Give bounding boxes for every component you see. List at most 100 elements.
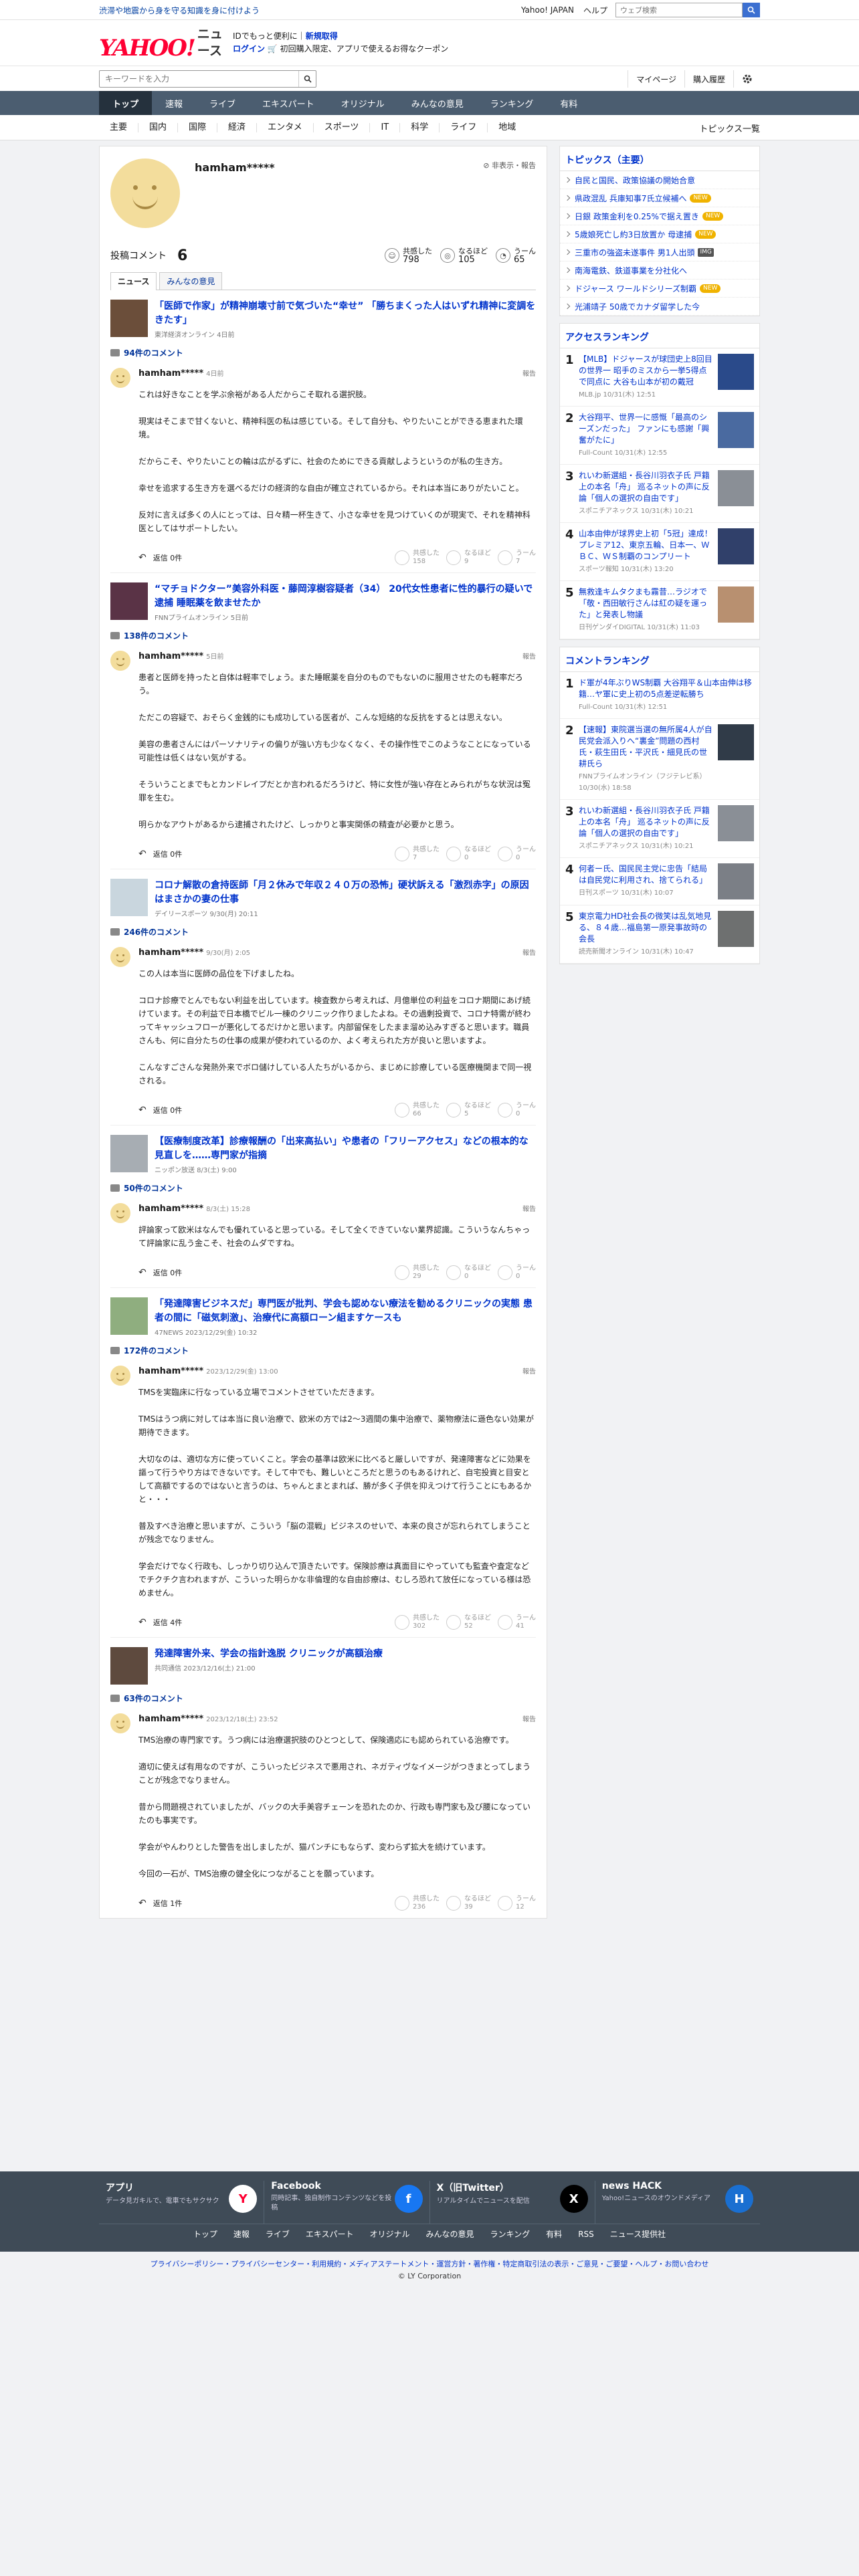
category-world[interactable]: 国際	[178, 123, 218, 132]
reply-button[interactable]: ↶ 返信 0件	[138, 1267, 182, 1278]
help-link[interactable]: ヘルプ	[583, 5, 607, 16]
footer-nav-item[interactable]: ライブ	[258, 2228, 298, 2240]
comment-count-link[interactable]: 246件のコメント	[110, 926, 536, 938]
tab-news[interactable]: ニュース	[110, 272, 157, 290]
footer-nav-item[interactable]: トップ	[185, 2228, 225, 2240]
footer-nav-item[interactable]: みんなの意見	[418, 2228, 482, 2240]
ranking-item[interactable]: 3 れいわ新選組・長谷川羽衣子氏 戸籍上の本名「舟」 巡るネットの声に反論「個人の…	[560, 465, 759, 523]
category-life[interactable]: ライフ	[440, 123, 488, 132]
topic-item[interactable]: 5歳娘死亡し約3日放置か 母逮捕 NEW	[560, 225, 759, 243]
report-link[interactable]: 報告	[522, 651, 536, 661]
comment-count-link[interactable]: 63件のコメント	[110, 1693, 536, 1704]
nav-live[interactable]: ライブ	[196, 91, 249, 115]
category-economy[interactable]: 経済	[217, 123, 258, 132]
ranking-item[interactable]: 1 【MLB】ドジャースが球団史上8回目の世界一 昭手のミスから一挙5得点で同点に…	[560, 348, 759, 407]
category-sports[interactable]: スポーツ	[314, 123, 371, 132]
nav-ranking[interactable]: ランキング	[477, 91, 547, 115]
footer-facebook-link[interactable]: Facebook 同時記事、独自制作コンテンツなどを投稿 f	[264, 2181, 430, 2224]
footer-app-link[interactable]: アプリ データ見ガキルで、電車でもサクサク Y	[99, 2181, 265, 2224]
reaction-button[interactable]: うーん 0	[498, 846, 536, 862]
reply-button[interactable]: ↶ 返信 0件	[138, 1105, 182, 1115]
article-title[interactable]: 【医療制度改革】診療報酬の「出来高払い」や患者の「フリーアクセス」などの根本的な…	[155, 1136, 529, 1161]
topic-item[interactable]: 光浦靖子 50歳でカナダ留学した今	[560, 298, 759, 316]
reaction-button[interactable]: なるほど 52	[446, 1614, 491, 1630]
comment-user[interactable]: hamham*****	[138, 651, 203, 661]
reaction-button[interactable]: 共感した 29	[395, 1265, 440, 1281]
legal-link-list[interactable]: プライバシーポリシー・プライバシーセンター・利用規約・メディアステートメント・運…	[0, 2258, 859, 2270]
topic-item[interactable]: ドジャース ワールドシリーズ制覇 NEW	[560, 280, 759, 298]
nav-expert[interactable]: エキスパート	[249, 91, 328, 115]
nav-opinions[interactable]: みんなの意見	[398, 91, 477, 115]
article-thumbnail[interactable]	[110, 1647, 148, 1685]
article-title[interactable]: 発達障害外来、学会の指針逸脱 クリニックが高額治療	[155, 1648, 383, 1659]
reaction-button[interactable]: なるほど 0	[446, 846, 491, 862]
reply-button[interactable]: ↶ 返信 1件	[138, 1898, 182, 1909]
footer-nav-item[interactable]: ランキング	[482, 2228, 539, 2240]
footer-news-hack-link[interactable]: news HACK Yahoo!ニュースのオウンドメディア H	[595, 2181, 760, 2224]
reaction-button[interactable]: うーん 0	[498, 1265, 536, 1281]
web-search-input[interactable]	[615, 3, 743, 17]
yahoo-news-logo[interactable]: YAHOO! ニュース	[99, 26, 233, 59]
article-title[interactable]: “マチョドクター”美容外科医・藤岡淳樹容疑者（34） 20代女性患者に性的暴行の…	[155, 584, 533, 609]
report-link[interactable]: 報告	[522, 1203, 536, 1213]
reaction-button[interactable]: なるほど 39	[446, 1895, 491, 1911]
article-thumbnail[interactable]	[110, 582, 148, 620]
category-science[interactable]: 科学	[400, 123, 440, 132]
footer-nav-item[interactable]: エキスパート	[298, 2228, 362, 2240]
ranking-item[interactable]: 4 何者ー氏、国民民主党に忠告「結局は自民党に利用され、捨てられる」 日刊スポーツ …	[560, 858, 759, 905]
footer-nav-item[interactable]: 速報	[225, 2228, 258, 2240]
comment-user[interactable]: hamham*****	[138, 1204, 203, 1214]
comment-user[interactable]: hamham*****	[138, 368, 203, 379]
comment-count-link[interactable]: 172件のコメント	[110, 1345, 536, 1356]
ranking-item[interactable]: 2 大谷翔平、世界一に感慨「最高のシーズンだった」 ファンにも感謝「興奮がたに」 F…	[560, 407, 759, 465]
footer-x-link[interactable]: X（旧Twitter） リアルタイムでニュースを配信 X	[430, 2181, 595, 2224]
ranking-item[interactable]: 1 ド軍が4年ぶりWS制覇 大谷翔平＆山本由伸は移籍…ヤ軍に史上初の5点差逆転勝ち…	[560, 672, 759, 719]
article-title[interactable]: 「発達障害ビジネスだ」専門医が批判、学会も認めない療法を勧めるクリニックの実態 …	[155, 1299, 533, 1323]
ranking-item[interactable]: 2 【速報】東院選当選の無所属4人が自民党会派入りへ“裏金”問題の西村氏・萩生田氏…	[560, 719, 759, 800]
category-domestic[interactable]: 国内	[138, 123, 179, 132]
reaction-button[interactable]: なるほど 5	[446, 1102, 491, 1118]
article-title[interactable]: コロナ解散の倉持医師「月２休みで年収２４０万の恐怖」硬状訴える「激烈赤字」の原因…	[155, 880, 529, 905]
article-thumbnail[interactable]	[110, 300, 148, 337]
category-main[interactable]: 主要	[99, 123, 139, 132]
category-it[interactable]: IT	[370, 123, 401, 132]
article-thumbnail[interactable]	[110, 1297, 148, 1335]
yahoo-japan-link[interactable]: Yahoo! JAPAN	[521, 5, 574, 15]
article-thumbnail[interactable]	[110, 879, 148, 916]
nav-top[interactable]: トップ	[99, 91, 153, 115]
hide-report-link[interactable]: ⊘ 非表示・報告	[483, 160, 536, 171]
report-link[interactable]: 報告	[522, 368, 536, 378]
nav-paid[interactable]: 有料	[547, 91, 591, 115]
login-link[interactable]: ログイン	[233, 44, 265, 53]
reply-button[interactable]: ↶ 返信 0件	[138, 849, 182, 859]
comment-user[interactable]: hamham*****	[138, 1366, 203, 1376]
reply-button[interactable]: ↶ 返信 4件	[138, 1617, 182, 1628]
ranking-item[interactable]: 3 れいわ新選組・長谷川羽衣子氏 戸籍上の本名「舟」 巡るネットの声に反論「個人の…	[560, 800, 759, 858]
topic-item[interactable]: 県政混乱 兵庫知事7氏立候補へ NEW	[560, 189, 759, 207]
topic-item[interactable]: 日銀 政策金利を0.25%で据え置き NEW	[560, 207, 759, 225]
comment-user[interactable]: hamham*****	[138, 948, 203, 958]
settings-button[interactable]	[733, 70, 760, 88]
footer-nav-item[interactable]: ニュース提供社	[602, 2228, 674, 2240]
reaction-button[interactable]: 共感した 158	[395, 550, 440, 566]
comment-user[interactable]: hamham*****	[138, 1714, 203, 1724]
topic-item[interactable]: 三重市の強盗未遂事件 男1人出頭 IMG	[560, 243, 759, 261]
web-search-button[interactable]	[743, 3, 760, 17]
signup-link[interactable]: 新規取得	[306, 31, 338, 41]
report-link[interactable]: 報告	[522, 1366, 536, 1376]
keyword-input[interactable]	[100, 71, 298, 87]
ranking-item[interactable]: 5 東京電力HD社会長の微笑は乱気地見る、８４歳…福島第一原発事故時の会長 読売新聞…	[560, 905, 759, 964]
mypage-button[interactable]: マイページ	[628, 70, 684, 88]
reaction-button[interactable]: うーん 41	[498, 1614, 536, 1630]
comment-count-link[interactable]: 138件のコメント	[110, 630, 536, 641]
topics-list-link[interactable]: トピックス一覧	[699, 122, 760, 134]
footer-nav-item[interactable]: RSS	[570, 2230, 602, 2239]
reaction-button[interactable]: 共感した 302	[395, 1614, 440, 1630]
reaction-button[interactable]: 共感した 66	[395, 1102, 440, 1118]
reaction-button[interactable]: なるほど 0	[446, 1265, 491, 1281]
report-link[interactable]: 報告	[522, 1713, 536, 1723]
reaction-button[interactable]: うーん 0	[498, 1102, 536, 1118]
nav-breaking[interactable]: 速報	[152, 91, 196, 115]
article-title[interactable]: 「医師で作家」が精神崩壊寸前で気づいた“幸せ” 「勝ちまくった人はいずれ精神に変…	[155, 301, 535, 326]
reaction-button[interactable]: うーん 7	[498, 550, 536, 566]
